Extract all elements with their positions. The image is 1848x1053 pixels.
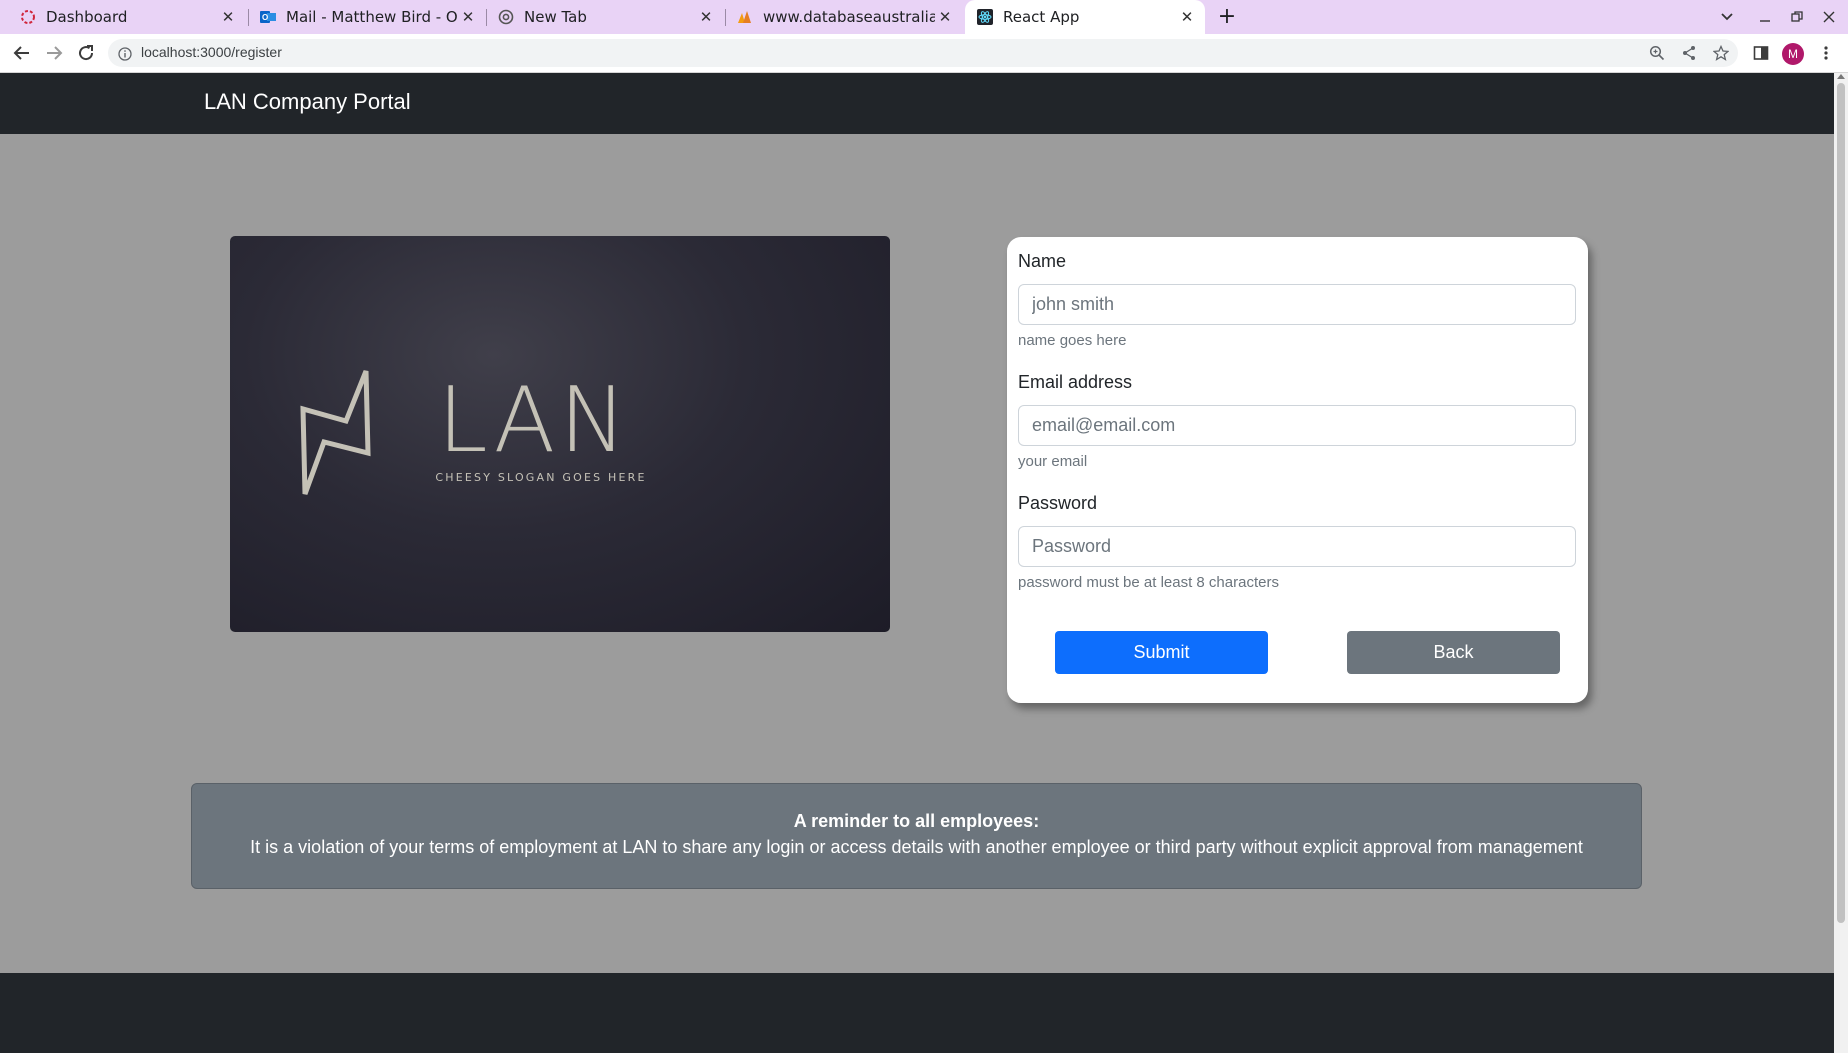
close-icon[interactable]: ✕ xyxy=(218,8,238,26)
chrome-icon xyxy=(498,9,514,25)
spinner-ring-icon xyxy=(20,9,36,25)
minimize-icon[interactable] xyxy=(1750,0,1780,34)
scroll-up-arrow-icon[interactable] xyxy=(1837,74,1845,79)
scrollbar-thumb[interactable] xyxy=(1837,83,1845,923)
browser-tab-strip: Dashboard ✕ O Mail - Matthew Bird - Outl… xyxy=(0,0,1848,34)
new-tab-button[interactable]: + xyxy=(1214,4,1240,30)
email-help-text: your email xyxy=(1018,453,1088,470)
back-button[interactable]: Back xyxy=(1347,631,1560,674)
outlook-icon: O xyxy=(260,9,276,25)
reload-icon[interactable] xyxy=(72,40,100,66)
tab-title: Dashboard xyxy=(46,8,128,26)
address-bar[interactable]: localhost:3000/register xyxy=(108,39,1738,67)
side-panel-icon[interactable] xyxy=(1751,43,1771,63)
share-icon[interactable] xyxy=(1680,45,1698,61)
tab-title: React App xyxy=(1003,8,1080,26)
tab-react-app[interactable]: React App ✕ xyxy=(965,0,1205,34)
password-help-text: password must be at least 8 characters xyxy=(1018,574,1279,591)
notice-body: It is a violation of your terms of emplo… xyxy=(250,837,1583,857)
top-navbar: LAN Company Portal xyxy=(0,73,1834,134)
close-icon[interactable]: ✕ xyxy=(696,8,716,26)
close-icon[interactable]: ✕ xyxy=(1177,8,1197,26)
profile-avatar[interactable]: M xyxy=(1782,43,1804,65)
employee-reminder-notice: A reminder to all employees: It is a vio… xyxy=(191,783,1642,889)
close-icon[interactable]: ✕ xyxy=(458,8,478,26)
name-input[interactable] xyxy=(1018,284,1576,325)
bookmark-star-icon[interactable] xyxy=(1712,45,1730,61)
tab-new-tab[interactable]: New Tab ✕ xyxy=(486,0,724,34)
tab-database-australia[interactable]: www.databaseaustralia.c ✕ xyxy=(725,0,963,34)
tab-title: Mail - Matthew Bird - Outl xyxy=(286,8,458,26)
hero-banner: LAN CHEESY SLOGAN GOES HERE xyxy=(230,236,890,632)
tab-mail[interactable]: O Mail - Matthew Bird - Outl ✕ xyxy=(248,0,486,34)
email-input[interactable] xyxy=(1018,405,1576,446)
close-window-icon[interactable] xyxy=(1814,0,1844,34)
zoom-icon[interactable] xyxy=(1648,45,1666,61)
lan-logo: LAN CHEESY SLOGAN GOES HERE xyxy=(300,368,646,495)
lightning-bolt-icon xyxy=(300,370,371,495)
page-footer xyxy=(0,973,1834,1053)
name-help-text: name goes here xyxy=(1018,332,1127,349)
tab-title: www.databaseaustralia.c xyxy=(763,8,935,26)
notice-title: A reminder to all employees: xyxy=(793,811,1040,831)
database-australia-icon xyxy=(737,9,753,25)
tab-dashboard[interactable]: Dashboard ✕ xyxy=(0,0,246,34)
back-arrow-icon[interactable] xyxy=(8,40,36,66)
close-icon[interactable]: ✕ xyxy=(935,8,955,26)
url-text: localhost:3000/register xyxy=(141,44,282,60)
logo-slogan: CHEESY SLOGAN GOES HERE xyxy=(435,471,646,484)
more-menu-icon[interactable] xyxy=(1816,43,1836,63)
name-label: Name xyxy=(1018,251,1067,271)
page-scrollbar[interactable] xyxy=(1834,73,1848,1053)
restore-icon[interactable] xyxy=(1782,0,1812,34)
password-label: Password xyxy=(1018,493,1098,513)
email-label: Email address xyxy=(1018,372,1133,392)
tab-title: New Tab xyxy=(524,8,587,26)
react-icon xyxy=(977,9,993,25)
forward-arrow-icon[interactable] xyxy=(40,40,68,66)
chevron-down-icon[interactable] xyxy=(1712,0,1742,34)
info-icon[interactable] xyxy=(118,46,132,61)
logo-wordmark: LAN xyxy=(437,368,630,473)
navbar-brand[interactable]: LAN Company Portal xyxy=(204,89,411,115)
browser-toolbar: localhost:3000/register M xyxy=(0,34,1848,73)
svg-text:O: O xyxy=(262,13,268,22)
page-viewport: LAN Company Portal LAN CHEESY SLOGAN GOE… xyxy=(0,73,1834,1053)
register-form: Name name goes here Email address your e… xyxy=(1007,237,1588,703)
password-input[interactable] xyxy=(1018,526,1576,567)
submit-button[interactable]: Submit xyxy=(1055,631,1268,674)
